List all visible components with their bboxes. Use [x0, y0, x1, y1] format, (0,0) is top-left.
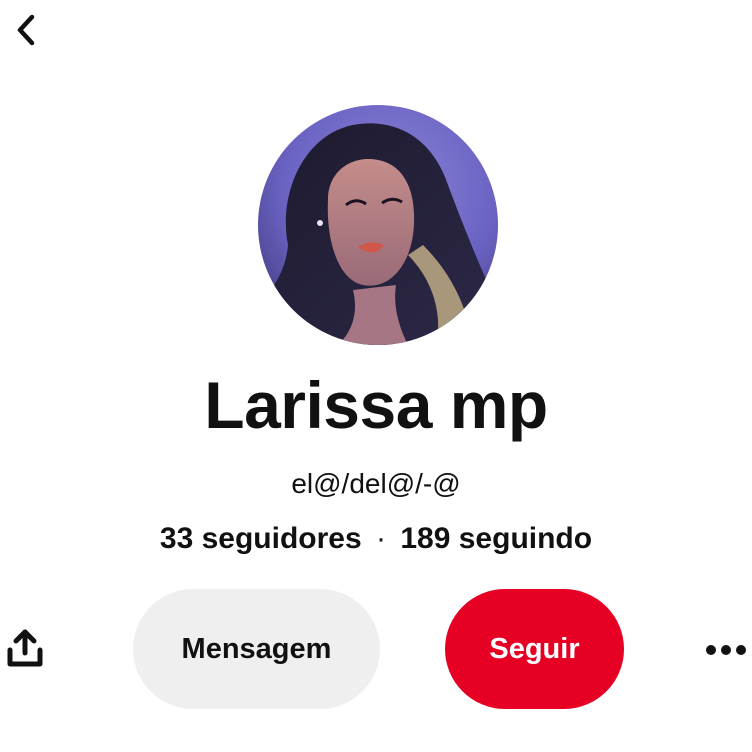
more-options-button[interactable] [706, 630, 752, 670]
share-upload-icon [7, 629, 43, 667]
profile-screen: Larissa mp el@/del@/-@ 33 seguidores · 1… [0, 0, 752, 752]
follow-button-label: Seguir [489, 632, 580, 665]
more-horizontal-icon [706, 645, 751, 655]
avatar-photo [258, 105, 498, 345]
chevron-left-icon [17, 14, 35, 46]
profile-name: Larissa mp [204, 368, 548, 442]
avatar[interactable] [258, 105, 498, 345]
stats-separator: · [376, 522, 387, 555]
message-button-label: Mensagem [181, 632, 332, 665]
following-count[interactable]: 189 seguindo [400, 522, 592, 555]
share-button[interactable] [4, 622, 46, 674]
follow-stats: 33 seguidores · 189 seguindo [0, 519, 752, 559]
follow-button[interactable]: Seguir [445, 589, 624, 709]
profile-bio: el@/del@/-@ [291, 468, 461, 499]
back-button[interactable] [6, 8, 46, 52]
message-button[interactable]: Mensagem [133, 589, 380, 709]
followers-count[interactable]: 33 seguidores [160, 522, 362, 555]
